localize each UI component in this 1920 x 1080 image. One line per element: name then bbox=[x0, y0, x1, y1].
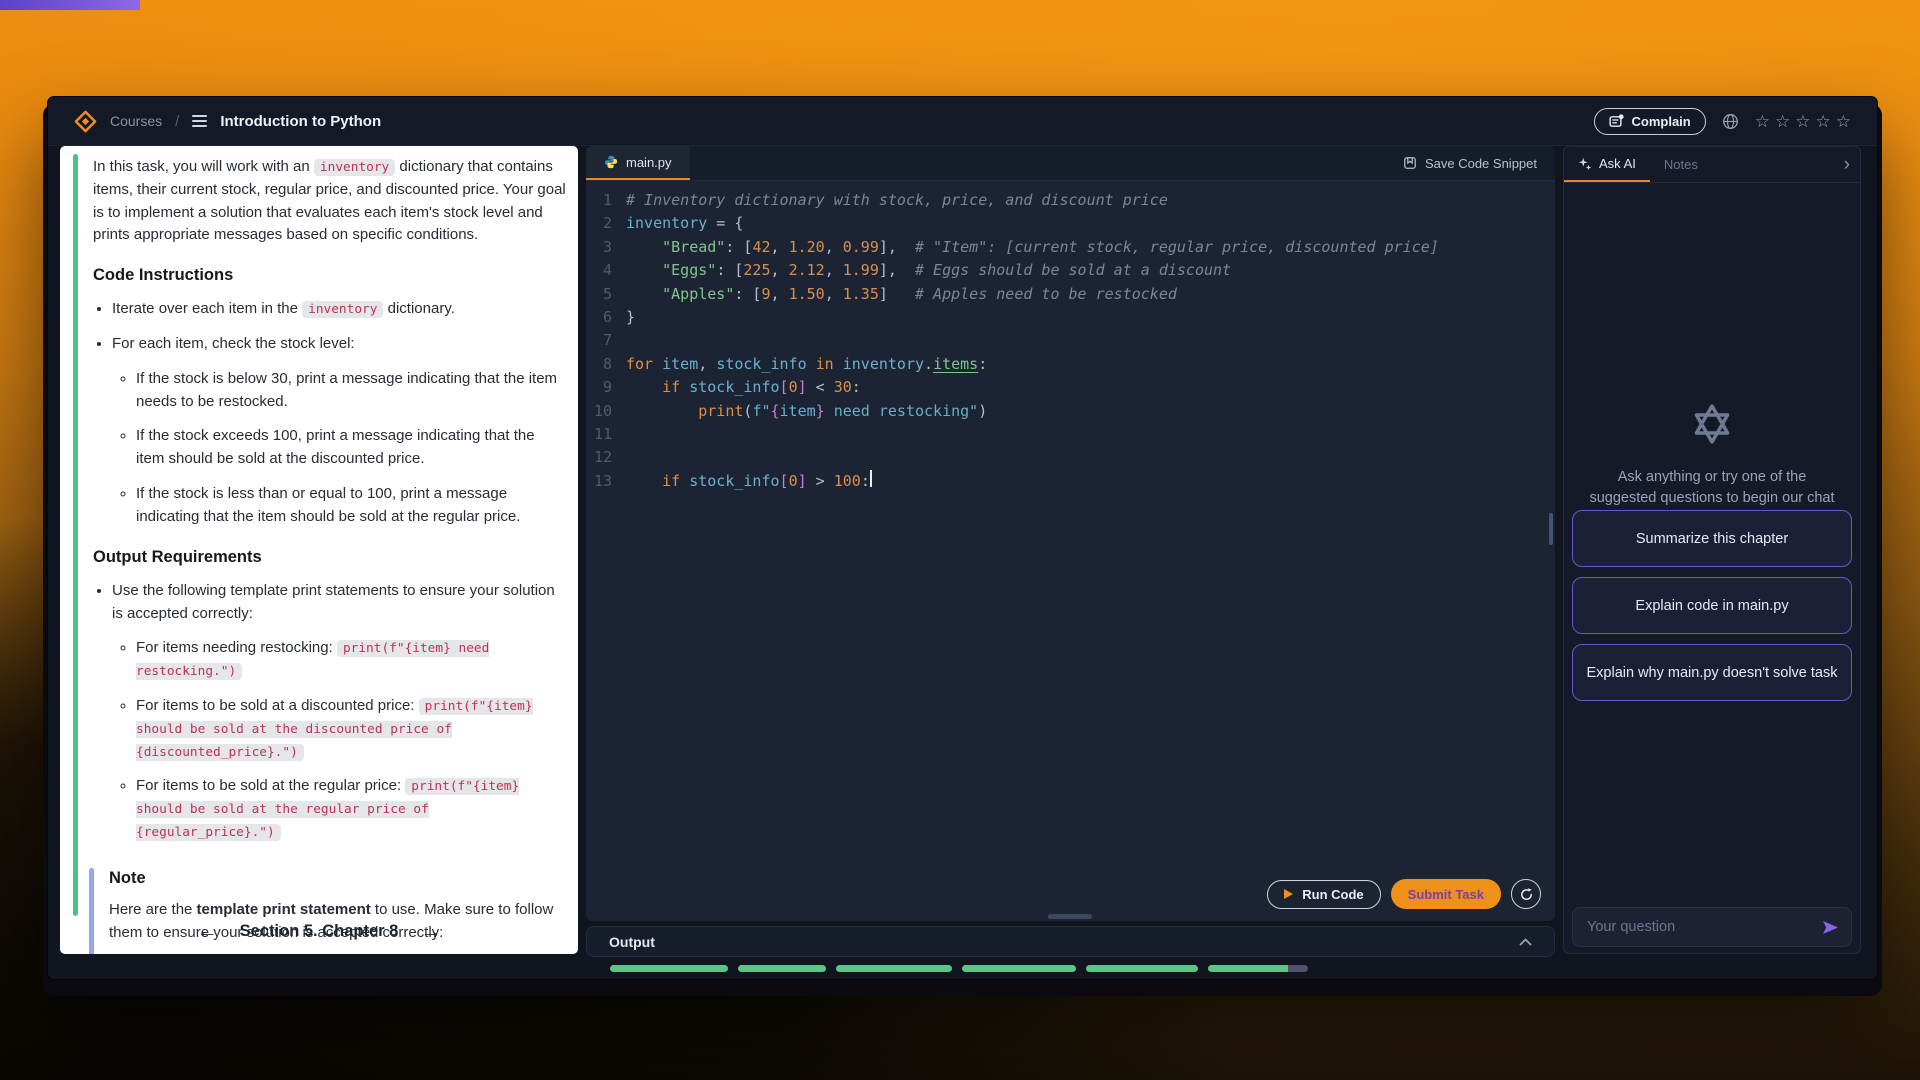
run-code-label: Run Code bbox=[1302, 887, 1363, 902]
list-item: For items needing restocking: print(f"{i… bbox=[136, 637, 566, 683]
ai-question-inputwrap bbox=[1572, 907, 1852, 947]
breadcrumb-separator: / bbox=[175, 113, 179, 130]
panel-resize-handle[interactable] bbox=[1048, 914, 1092, 919]
save-snippet-icon bbox=[1403, 156, 1417, 170]
ai-suggestion-button[interactable]: Summarize this chapter bbox=[1572, 510, 1852, 567]
openai-logo-icon bbox=[1688, 400, 1736, 448]
list-item: If the stock exceeds 100, print a messag… bbox=[136, 425, 566, 471]
top-navbar: Courses / Introduction to Python Complai… bbox=[48, 97, 1877, 146]
list-item: If the stock is below 30, print a messag… bbox=[136, 368, 566, 414]
submit-task-button[interactable]: Submit Task bbox=[1391, 879, 1501, 909]
list-item: Iterate over each item in the inventory … bbox=[112, 298, 566, 321]
code-editor-panel: main.py Save Code Snippet 1# Inventory d… bbox=[586, 146, 1555, 921]
chapter-label: Section 5. Chapter 8 bbox=[240, 922, 399, 941]
ai-panel-tabs: Ask AI Notes › bbox=[1564, 147, 1860, 183]
ai-assistant-panel: Ask AI Notes › Ask anything or try one o… bbox=[1563, 146, 1861, 954]
code-area[interactable]: 1# Inventory dictionary with stock, pric… bbox=[586, 180, 1555, 921]
run-code-button[interactable]: Run Code bbox=[1267, 880, 1380, 909]
save-code-snippet-button[interactable]: Save Code Snippet bbox=[1403, 156, 1555, 171]
list-item: For items to be sold at a discounted pri… bbox=[136, 695, 566, 763]
course-title: Introduction to Python bbox=[220, 113, 381, 130]
complain-button[interactable]: Complain bbox=[1594, 108, 1706, 135]
course-menu-icon[interactable] bbox=[192, 115, 207, 127]
note-heading: Note bbox=[109, 866, 566, 891]
ai-suggestions: Summarize this chapter Explain code in ma… bbox=[1572, 510, 1852, 701]
list-item: If the stock is less than or equal to 10… bbox=[136, 483, 566, 529]
progress-segment bbox=[1086, 965, 1198, 972]
collapse-panel-icon[interactable]: › bbox=[1844, 154, 1860, 176]
code-line: 3 "Bread": [42, 1.20, 0.99], # "Item": [… bbox=[586, 236, 1555, 259]
code-line: 5 "Apples": [9, 1.50, 1.35] # Apples nee… bbox=[586, 283, 1555, 306]
output-requirements-heading: Output Requirements bbox=[93, 545, 566, 570]
complain-label: Complain bbox=[1632, 114, 1691, 129]
chapter-progress-bar bbox=[610, 965, 1308, 972]
code-instructions-heading: Code Instructions bbox=[93, 263, 566, 288]
language-globe-icon[interactable] bbox=[1722, 113, 1739, 130]
reset-code-button[interactable] bbox=[1511, 879, 1541, 909]
code-line: 7 bbox=[586, 329, 1555, 352]
star-icon[interactable]: ☆ bbox=[1816, 113, 1831, 130]
tab-notes[interactable]: Notes bbox=[1650, 147, 1712, 182]
code-line: 1# Inventory dictionary with stock, pric… bbox=[586, 189, 1555, 212]
brand-logo-icon[interactable] bbox=[74, 110, 97, 133]
output-requirements-list: Use the following template print stateme… bbox=[93, 580, 566, 844]
code-line: 4 "Eggs": [225, 2.12, 1.99], # Eggs shou… bbox=[586, 259, 1555, 282]
editor-scrollbar[interactable] bbox=[1549, 513, 1553, 545]
task-intro: In this task, you will work with an inve… bbox=[93, 156, 566, 247]
code-line: 6} bbox=[586, 306, 1555, 329]
star-icon[interactable]: ☆ bbox=[1836, 113, 1851, 130]
output-panel[interactable]: Output bbox=[586, 926, 1555, 957]
ai-suggestion-button[interactable]: Explain why main.py doesn't solve task bbox=[1572, 644, 1852, 701]
ai-empty-state: Ask anything or try one of the suggested… bbox=[1564, 400, 1860, 509]
prev-chapter-button[interactable]: ← bbox=[197, 921, 218, 942]
chapter-rating: ☆ ☆ ☆ ☆ ☆ bbox=[1755, 113, 1851, 130]
ai-suggestion-button[interactable]: Explain code in main.py bbox=[1572, 577, 1852, 634]
top-purple-accent bbox=[0, 0, 140, 10]
progress-segment bbox=[610, 965, 728, 972]
editor-tabbar: main.py Save Code Snippet bbox=[586, 146, 1555, 181]
chapter-navigation: ← Section 5. Chapter 8 → bbox=[60, 921, 578, 942]
refresh-icon bbox=[1519, 887, 1534, 902]
code-line: 12 bbox=[586, 446, 1555, 469]
code-instructions-list: Iterate over each item in the inventory … bbox=[93, 298, 566, 528]
complain-icon bbox=[1609, 114, 1624, 129]
progress-segment bbox=[962, 965, 1076, 972]
play-icon bbox=[1284, 889, 1293, 899]
app-window: Courses / Introduction to Python Complai… bbox=[47, 96, 1878, 980]
list-item: Use the following template print stateme… bbox=[112, 580, 566, 844]
task-description-panel: In this task, you will work with an inve… bbox=[60, 146, 578, 954]
tab-ask-ai-label: Ask AI bbox=[1599, 156, 1636, 171]
sparkle-icon bbox=[1578, 157, 1592, 171]
list-item: For items to be sold at the regular pric… bbox=[136, 775, 566, 843]
progress-segment bbox=[1208, 965, 1308, 972]
task-scroll-indicator[interactable] bbox=[73, 154, 78, 916]
collapse-output-icon[interactable] bbox=[1519, 938, 1532, 946]
progress-segment bbox=[836, 965, 952, 972]
code-line: 13 if stock_info[0] > 100: bbox=[586, 470, 1555, 493]
star-icon[interactable]: ☆ bbox=[1795, 113, 1810, 130]
send-question-icon[interactable] bbox=[1822, 920, 1839, 935]
star-icon[interactable]: ☆ bbox=[1755, 113, 1770, 130]
star-icon[interactable]: ☆ bbox=[1775, 113, 1790, 130]
code-line: 9 if stock_info[0] < 30: bbox=[586, 376, 1555, 399]
python-file-icon bbox=[604, 155, 618, 169]
list-item: For each item, check the stock level: If… bbox=[112, 333, 566, 529]
inline-code-chip: inventory bbox=[314, 159, 395, 176]
output-label: Output bbox=[609, 934, 655, 950]
progress-segment bbox=[738, 965, 826, 972]
breadcrumb-courses[interactable]: Courses bbox=[110, 113, 162, 129]
code-line: 11 bbox=[586, 423, 1555, 446]
inline-code-chip: inventory bbox=[302, 301, 383, 318]
code-line: 10 print(f"{item} need restocking") bbox=[586, 400, 1555, 423]
next-chapter-button[interactable]: → bbox=[420, 921, 441, 942]
save-snippet-label: Save Code Snippet bbox=[1425, 156, 1537, 171]
code-line: 2inventory = { bbox=[586, 212, 1555, 235]
ai-empty-text: Ask anything or try one of the suggested… bbox=[1586, 467, 1838, 509]
ai-question-input[interactable] bbox=[1585, 918, 1822, 936]
tab-notes-label: Notes bbox=[1664, 157, 1698, 172]
tab-ask-ai[interactable]: Ask AI bbox=[1564, 147, 1650, 182]
tab-label: main.py bbox=[626, 155, 672, 170]
tab-main-py[interactable]: main.py bbox=[586, 146, 690, 180]
code-line: 8for item, stock_info in inventory.items… bbox=[586, 353, 1555, 376]
